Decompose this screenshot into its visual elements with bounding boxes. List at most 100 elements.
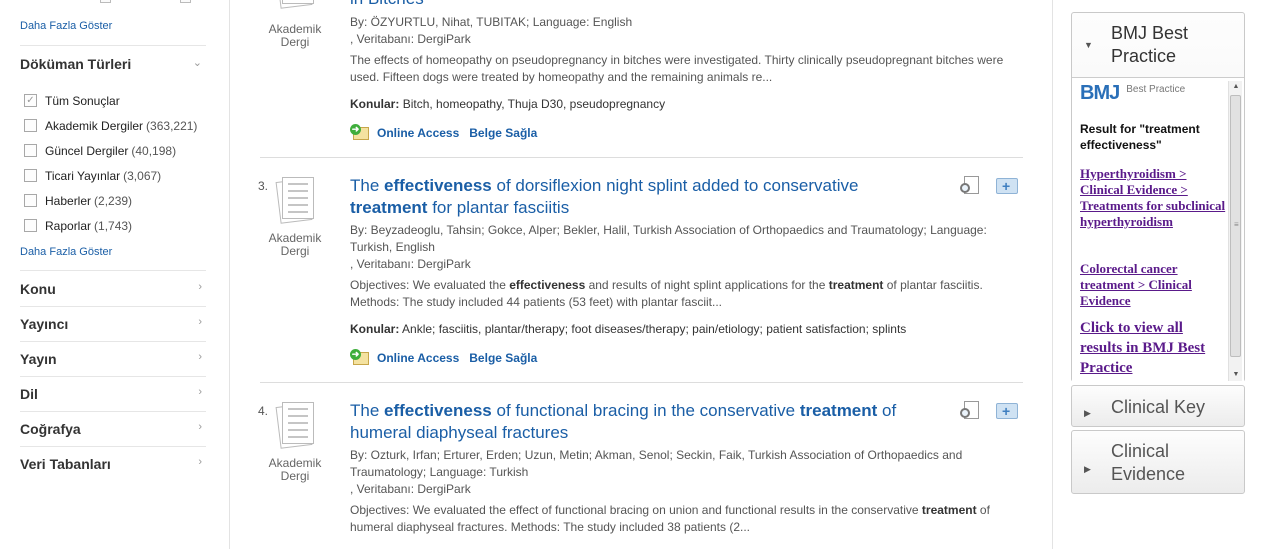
clinical-key-widget[interactable]: ▶ Clinical Key xyxy=(1071,385,1245,427)
show-more-link[interactable]: Daha Fazla Göster xyxy=(20,246,112,258)
doc-type-item[interactable]: Akademik Dergiler (363,221) xyxy=(24,113,197,138)
checkbox[interactable] xyxy=(24,219,37,232)
chevron-right-icon: › xyxy=(198,316,202,328)
scroll-up-icon[interactable]: ▲ xyxy=(1229,81,1243,93)
result-tools: + xyxy=(960,400,1018,420)
preview-icon[interactable] xyxy=(960,400,982,420)
bmj-content: BMJ Best Practice Result for "treatment … xyxy=(1072,77,1244,383)
divider xyxy=(20,446,206,447)
result-actions: ➜ Online Access Belge Sağla xyxy=(350,349,547,366)
right-widgets-column: ▼ BMJ Best Practice BMJ Best Practice Re… xyxy=(1052,0,1262,549)
online-access-icon: ➜ xyxy=(350,349,370,366)
scroll-thumb[interactable]: ≡ xyxy=(1230,95,1241,357)
journal-document-icon xyxy=(272,400,318,449)
bmj-view-all-link[interactable]: Click to view all results in BMJ Best Pr… xyxy=(1080,318,1228,378)
facet-geography[interactable]: Coğrafya › xyxy=(20,421,206,437)
scroll-down-icon[interactable]: ▼ xyxy=(1229,369,1243,381)
result-separator xyxy=(260,157,1023,158)
result-database: , Veritabanı: DergiPark xyxy=(350,32,471,46)
result-title-link[interactable]: The effectiveness of dorsiflexion night … xyxy=(350,175,930,219)
result-separator xyxy=(260,382,1023,383)
journal-document-icon xyxy=(272,0,318,9)
widget-header[interactable]: ▼ BMJ Best Practice xyxy=(1072,13,1244,68)
widget-title: BMJ Best Practice xyxy=(1111,23,1189,66)
widget-title: Clinical Evidence xyxy=(1111,441,1186,484)
results-list: Akademik Dergi in Bitches By: ÖZYURTLU, … xyxy=(258,0,1024,549)
bmj-result-heading: Result for "treatment effectiveness" xyxy=(1080,122,1200,152)
checked-checkbox-icon[interactable]: ✓ xyxy=(24,94,37,107)
provide-document-link[interactable]: Belge Sağla xyxy=(469,126,537,140)
checkbox[interactable] xyxy=(24,144,37,157)
facet-title: Döküman Türleri xyxy=(20,56,132,72)
caret-right-icon: ▶ xyxy=(1084,408,1091,418)
checkbox[interactable] xyxy=(24,169,37,182)
result-subjects: Konular: Ankle; fasciitis, plantar/thera… xyxy=(350,322,907,336)
chevron-right-icon: › xyxy=(198,456,202,468)
document-type-label: Akademik Dergi xyxy=(268,22,322,49)
divider xyxy=(20,270,206,271)
result-abstract: The effects of homeopathy on pseudopregn… xyxy=(350,53,1004,84)
doc-type-item[interactable]: Güncel Dergiler (40,198) xyxy=(24,138,197,163)
divider xyxy=(20,376,206,377)
result-subjects: Konular: Bitch, homeopathy, Thuja D30, p… xyxy=(350,97,666,111)
checkbox[interactable] xyxy=(24,119,37,132)
checkbox[interactable] xyxy=(24,194,37,207)
facet-subject[interactable]: Konu › xyxy=(20,281,206,297)
result-number: 3. xyxy=(258,179,269,193)
result-abstract: Objectives: We evaluated the effect of f… xyxy=(350,503,990,534)
caret-down-icon: ▼ xyxy=(1084,40,1093,50)
doc-type-item[interactable]: Haberler (2,239) xyxy=(24,188,197,213)
online-access-icon: ➜ xyxy=(350,124,370,141)
result-title-link[interactable]: in Bitches xyxy=(350,0,930,10)
widget-title: Clinical Key xyxy=(1111,397,1206,417)
doc-type-item[interactable]: ✓ Tüm Sonuçlar xyxy=(24,88,197,113)
chevron-right-icon: › xyxy=(198,421,202,433)
chevron-down-icon: ⌄ xyxy=(192,57,202,69)
show-more-link[interactable]: Daha Fazla Göster xyxy=(20,20,112,32)
add-to-folder-icon[interactable]: + xyxy=(996,400,1018,420)
result-title-link[interactable]: The effectiveness of functional bracing … xyxy=(350,400,930,444)
bmj-result-link[interactable]: Colorectal cancer treatment > Clinical E… xyxy=(1080,261,1228,309)
widget-header[interactable]: ▶ Clinical Key xyxy=(1072,386,1244,419)
facet-publisher[interactable]: Yayıncı › xyxy=(20,316,206,332)
provide-document-link[interactable]: Belge Sağla xyxy=(469,351,537,365)
divider xyxy=(20,45,206,46)
divider xyxy=(20,341,206,342)
document-type-list: ✓ Tüm Sonuçlar Akademik Dergiler (363,221)… xyxy=(24,88,197,238)
result-byline: By: Ozturk, Irfan; Erturer, Erden; Uzun,… xyxy=(350,448,963,479)
add-to-folder-icon[interactable]: + xyxy=(996,175,1018,195)
preview-icon[interactable] xyxy=(960,175,982,195)
online-access-link[interactable]: Online Access xyxy=(377,351,459,365)
result-database: , Veritabanı: DergiPark xyxy=(350,482,471,496)
result-number: 4. xyxy=(258,404,269,418)
doc-type-item[interactable]: Raporlar (1,743) xyxy=(24,213,197,238)
divider xyxy=(20,306,206,307)
clinical-evidence-widget[interactable]: ▶ Clinical Evidence xyxy=(1071,430,1245,494)
result-abstract: Objectives: We evaluated the effectivene… xyxy=(350,278,983,309)
doc-type-item[interactable]: Ticari Yayınlar (3,067) xyxy=(24,163,197,188)
bmj-logo: BMJ Best Practice xyxy=(1080,82,1186,104)
result-tools: + xyxy=(960,175,1018,195)
document-type-label: Akademik Dergi xyxy=(268,231,322,258)
facet-language[interactable]: Dil › xyxy=(20,386,206,402)
result-database: , Veritabanı: DergiPark xyxy=(350,257,471,271)
journal-document-icon xyxy=(272,175,318,224)
facet-databases[interactable]: Veri Tabanları › xyxy=(20,456,206,472)
bmj-result-link[interactable]: Hyperthyroidism > Clinical Evidence > Tr… xyxy=(1080,166,1228,230)
chevron-right-icon: › xyxy=(198,386,202,398)
result-byline: By: ÖZYURTLU, Nihat, TUBITAK; Language: … xyxy=(350,15,633,29)
checkbox[interactable] xyxy=(100,0,111,3)
bmj-best-practice-widget: ▼ BMJ Best Practice BMJ Best Practice Re… xyxy=(1071,12,1245,383)
chevron-right-icon: › xyxy=(198,351,202,363)
facet-publication[interactable]: Yayın › xyxy=(20,351,206,367)
previous-facet-checkboxes xyxy=(100,0,200,4)
chevron-right-icon: › xyxy=(198,281,202,293)
scrollbar[interactable]: ▲ ≡ ▼ xyxy=(1228,81,1242,381)
facet-document-types[interactable]: Döküman Türleri ⌄ xyxy=(20,56,206,72)
document-type-label: Akademik Dergi xyxy=(268,456,322,483)
widget-header[interactable]: ▶ Clinical Evidence xyxy=(1072,431,1244,486)
caret-right-icon: ▶ xyxy=(1084,464,1091,474)
checkbox[interactable] xyxy=(180,0,191,3)
result-actions: ➜ Online Access Belge Sağla xyxy=(350,124,547,141)
online-access-link[interactable]: Online Access xyxy=(377,126,459,140)
